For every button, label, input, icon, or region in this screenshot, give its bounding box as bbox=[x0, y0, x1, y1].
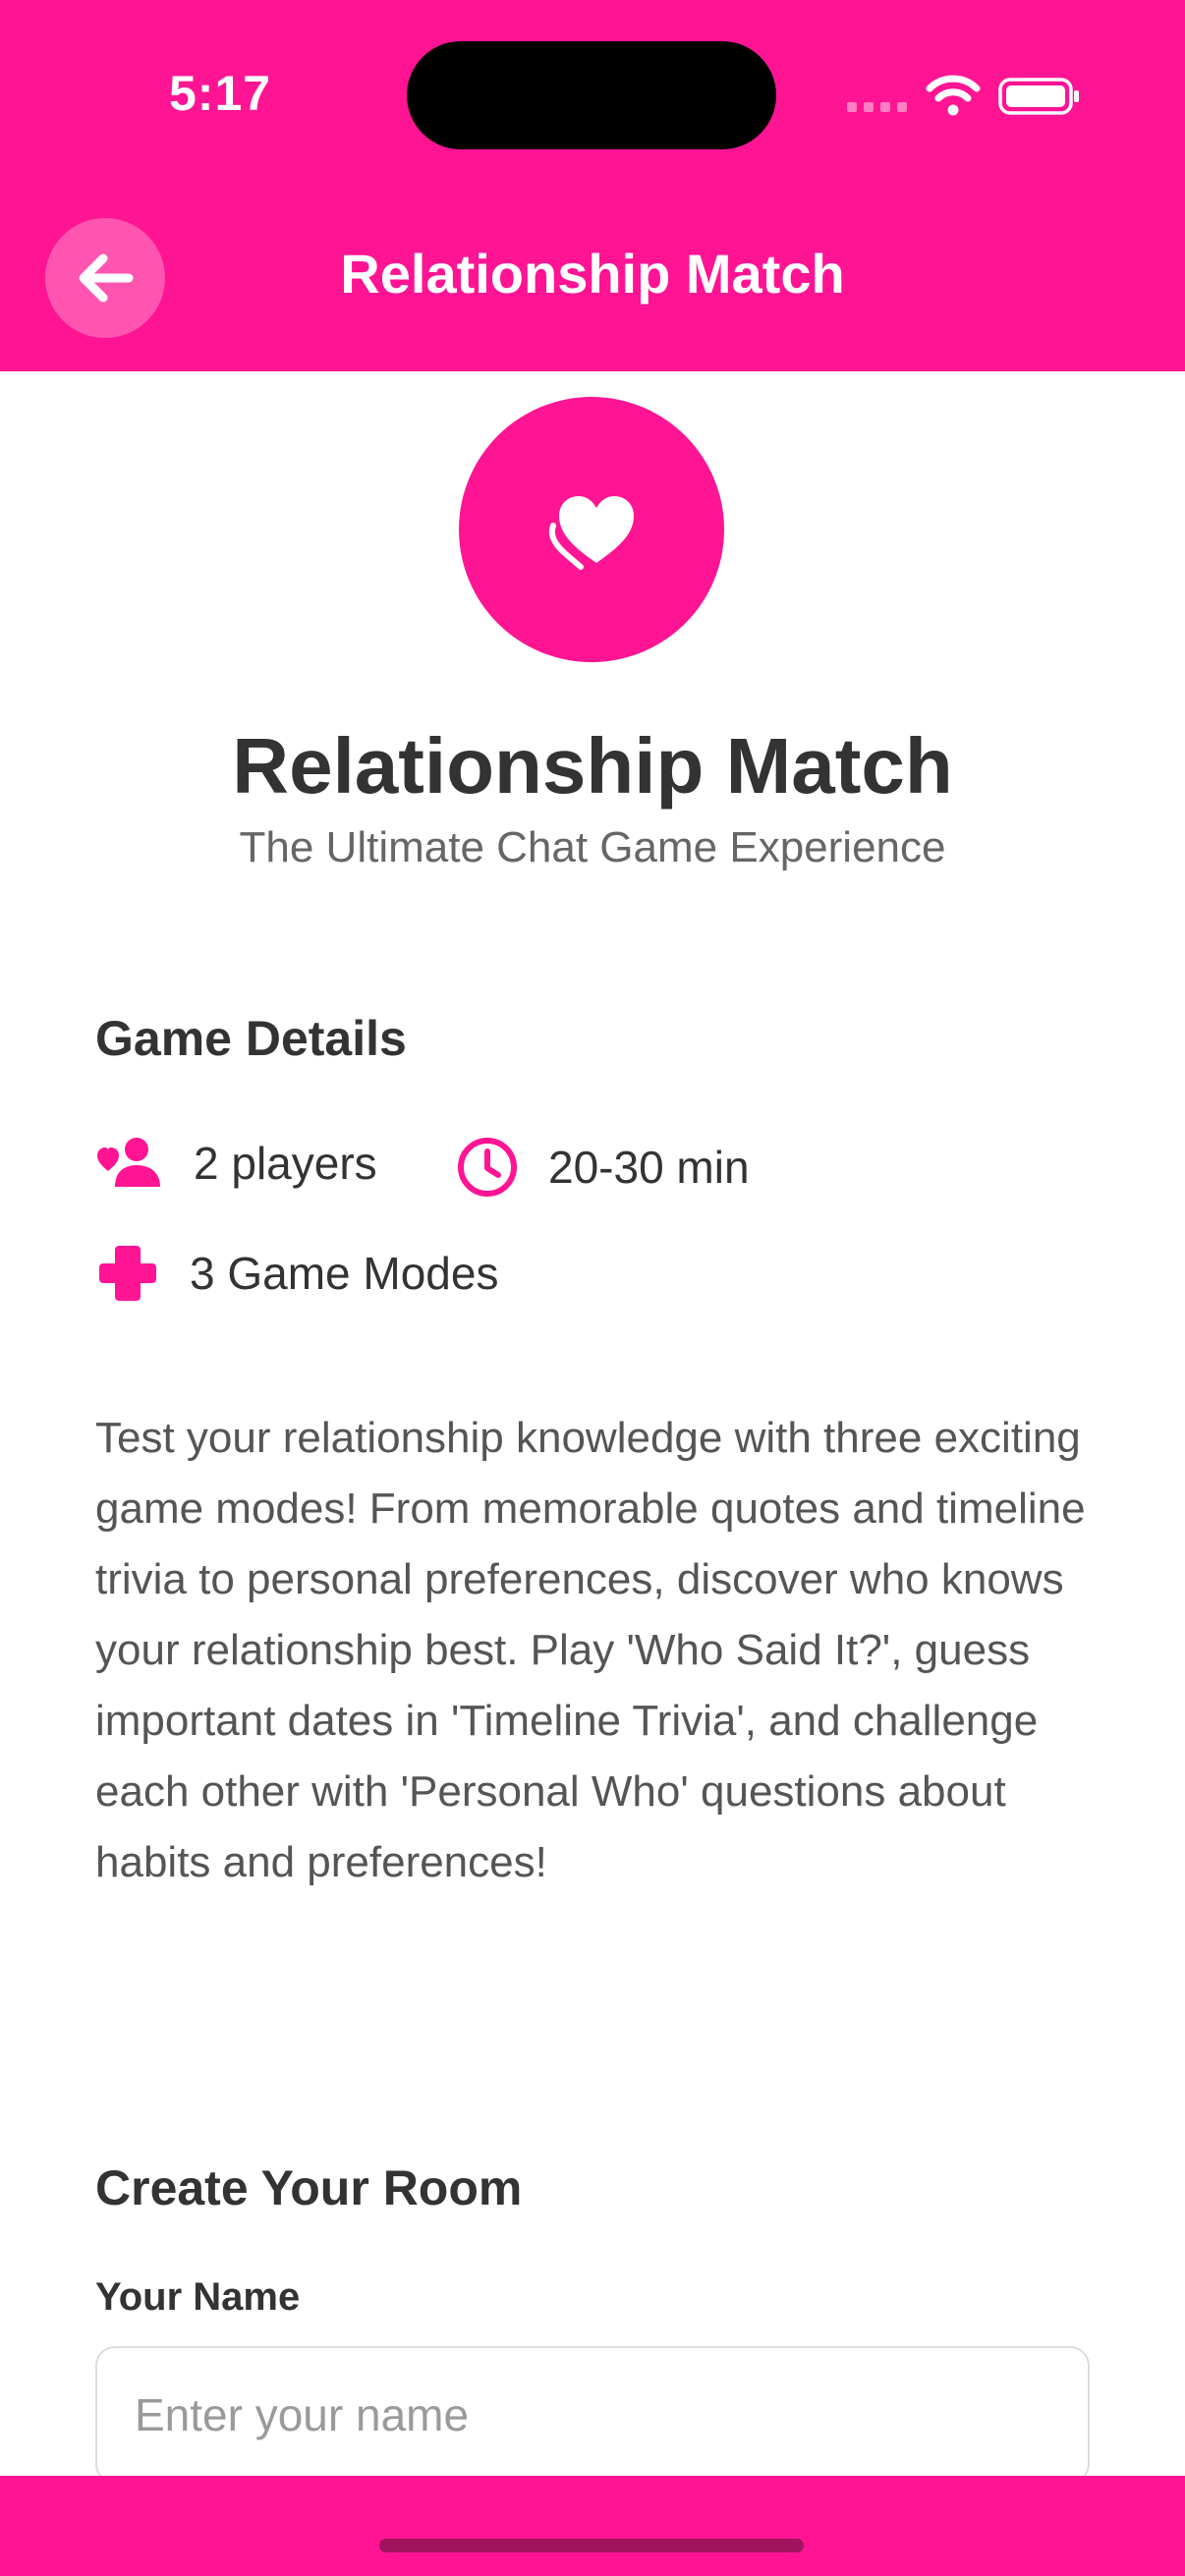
signal-icon bbox=[847, 102, 907, 112]
plus-icon bbox=[95, 1242, 160, 1305]
home-indicator[interactable] bbox=[379, 2539, 804, 2552]
wifi-icon bbox=[926, 75, 981, 116]
name-field-label: Your Name bbox=[95, 2275, 301, 2319]
game-title: Relationship Match bbox=[232, 722, 953, 810]
user-heart-icon bbox=[95, 1136, 164, 1191]
clock-icon bbox=[456, 1136, 519, 1199]
heart-icon bbox=[548, 496, 634, 570]
players-label: 2 players bbox=[194, 1138, 377, 1189]
status-time: 5:17 bbox=[169, 66, 272, 121]
dynamic-island bbox=[407, 41, 776, 149]
game-description: Test your relationship knowledge with th… bbox=[95, 1414, 1086, 1886]
header-title: Relationship Match bbox=[340, 243, 845, 305]
create-room-heading: Create Your Room bbox=[95, 2160, 523, 2215]
name-input[interactable] bbox=[95, 2346, 1090, 2484]
players-detail: 2 players bbox=[95, 1136, 377, 1191]
duration-detail: 20-30 min bbox=[456, 1136, 750, 1199]
modes-label: 3 Game Modes bbox=[190, 1248, 499, 1299]
hero-badge bbox=[459, 397, 724, 662]
battery-icon bbox=[998, 78, 1079, 115]
game-details-heading: Game Details bbox=[95, 1011, 407, 1066]
duration-label: 20-30 min bbox=[548, 1142, 750, 1193]
modes-detail: 3 Game Modes bbox=[95, 1242, 498, 1305]
footer-bar bbox=[0, 2476, 1185, 2576]
game-subtitle: The Ultimate Chat Game Experience bbox=[239, 823, 946, 871]
